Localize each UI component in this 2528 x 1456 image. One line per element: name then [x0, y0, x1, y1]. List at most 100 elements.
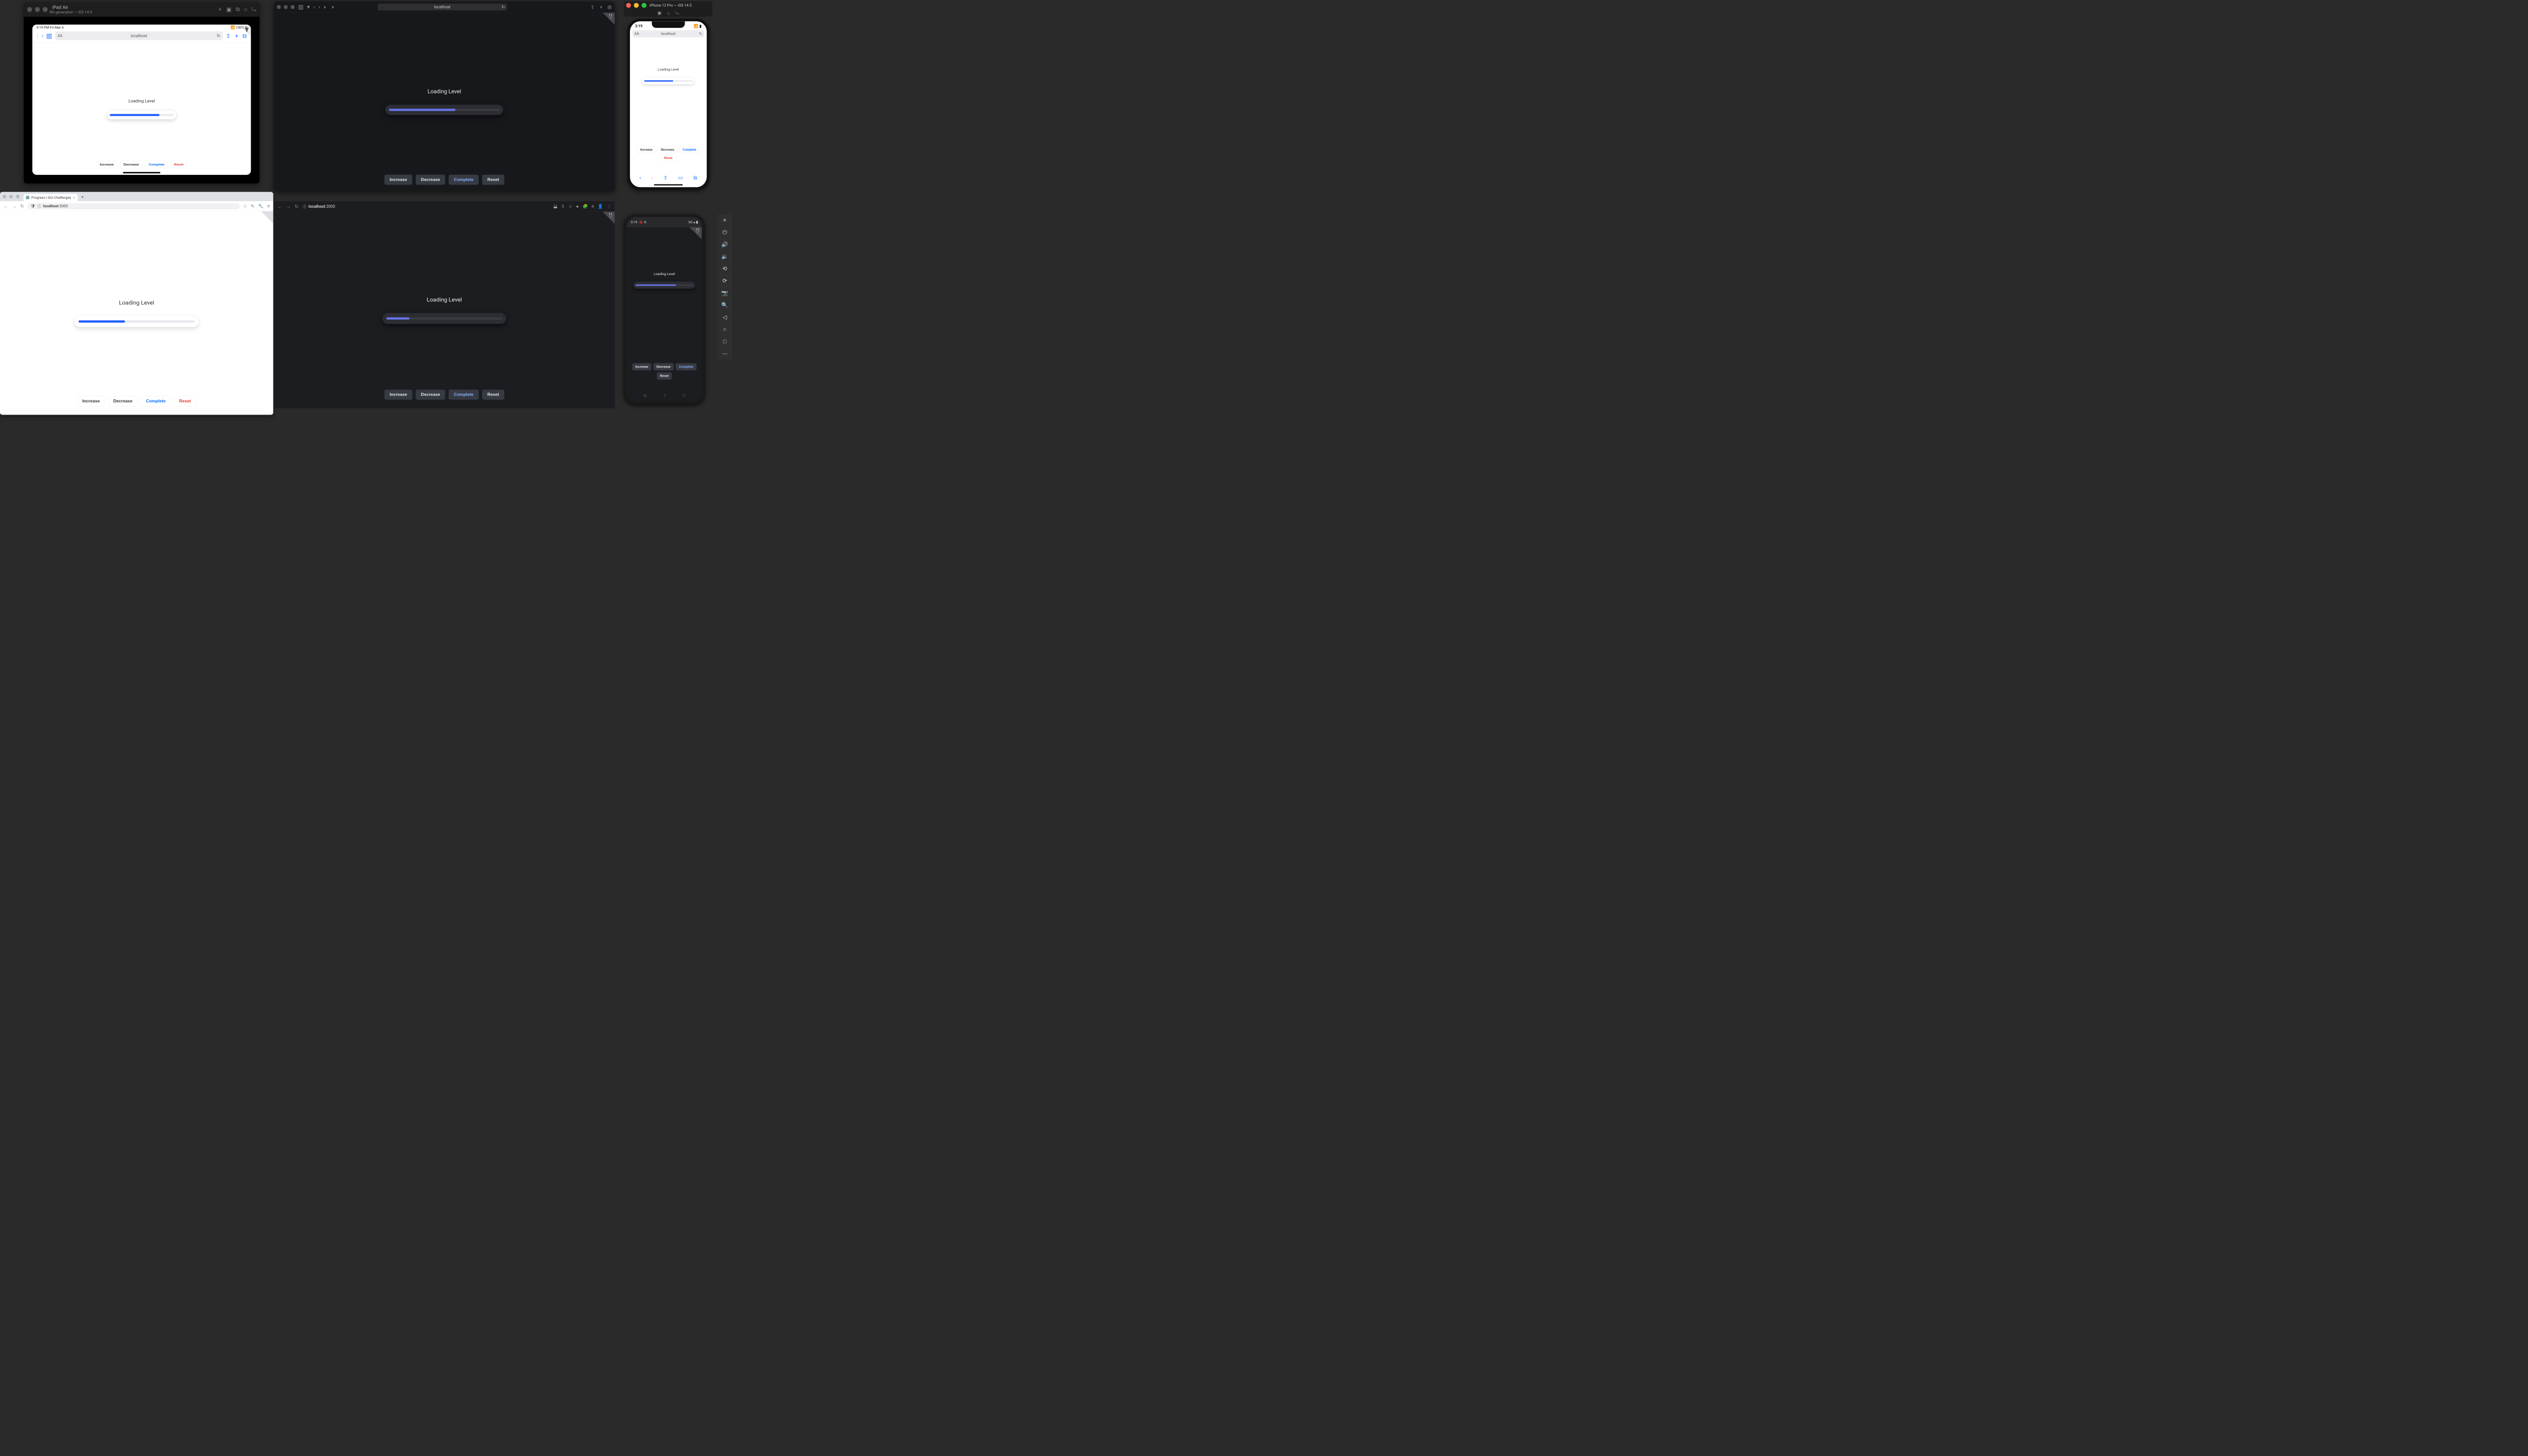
- record-icon[interactable]: ⧉: [236, 6, 240, 13]
- url-field[interactable]: ⓘ localhost:3000: [302, 203, 550, 210]
- back-icon[interactable]: ◁: [643, 393, 646, 397]
- share-icon[interactable]: ⇪: [663, 175, 668, 181]
- forward-icon[interactable]: →: [12, 203, 17, 209]
- tabs-icon[interactable]: ⧉: [694, 175, 697, 181]
- url-field[interactable]: 🛡 ⓘ localhost:3000: [28, 203, 240, 209]
- site-info-icon[interactable]: ⓘ: [37, 203, 41, 209]
- profile-icon[interactable]: 👤: [598, 204, 603, 209]
- increase-button[interactable]: Increase: [77, 396, 105, 406]
- ext1-icon[interactable]: ✎: [251, 204, 254, 209]
- home-icon[interactable]: ⌂: [667, 11, 670, 16]
- decrease-button[interactable]: Decrease: [120, 161, 143, 168]
- extensions-icon[interactable]: 🧩: [582, 204, 588, 209]
- increase-button[interactable]: Increase: [384, 390, 412, 400]
- forward-icon[interactable]: ›: [319, 4, 320, 10]
- dropdown-icon[interactable]: ▾: [307, 4, 310, 10]
- close-dot[interactable]: [626, 3, 631, 8]
- decrease-button[interactable]: Decrease: [416, 390, 445, 400]
- tab-active[interactable]: Progress | GUI Challenges ×: [24, 194, 78, 201]
- power-icon[interactable]: ⏻: [723, 229, 727, 236]
- traffic-lights[interactable]: [27, 7, 48, 12]
- increase-button[interactable]: Increase: [96, 161, 117, 168]
- back-icon[interactable]: ←: [278, 204, 283, 209]
- tabs-icon[interactable]: ⊞: [608, 4, 612, 10]
- screenshot-icon[interactable]: ▣: [657, 11, 661, 16]
- volume-down-icon[interactable]: 🔉: [721, 253, 728, 260]
- share-icon[interactable]: ⇪: [226, 32, 231, 39]
- reload-icon[interactable]: ↻: [217, 33, 220, 38]
- complete-button[interactable]: Complete: [448, 390, 478, 400]
- complete-button[interactable]: Complete: [145, 161, 168, 168]
- zoom-icon[interactable]: 🔍: [721, 302, 728, 308]
- close-icon[interactable]: ×: [723, 217, 726, 223]
- close-dot[interactable]: [3, 195, 6, 198]
- decrease-button[interactable]: Decrease: [657, 147, 678, 153]
- reset-button[interactable]: Reset: [482, 390, 505, 400]
- close-dot[interactable]: [27, 7, 32, 12]
- ext2-icon[interactable]: ≡: [592, 204, 594, 209]
- newtab-icon[interactable]: +: [600, 4, 603, 10]
- reader-icon[interactable]: AA: [635, 32, 639, 36]
- volume-up-icon[interactable]: 🔊: [721, 241, 728, 248]
- url-field[interactable]: localhost ↻: [378, 4, 507, 11]
- decrease-button[interactable]: Decrease: [653, 363, 673, 370]
- sidebar-icon[interactable]: ▥: [46, 32, 52, 39]
- ext1-icon[interactable]: ●: [576, 204, 578, 209]
- rotate-right-icon[interactable]: ⟳: [723, 278, 727, 284]
- reset-button[interactable]: Reset: [170, 161, 187, 168]
- close-dot[interactable]: [277, 5, 281, 9]
- share-icon[interactable]: ⇪: [591, 4, 595, 10]
- home-icon[interactable]: ⌂: [244, 6, 247, 13]
- back-icon[interactable]: ◁: [723, 314, 727, 321]
- complete-button[interactable]: Complete: [448, 175, 478, 185]
- minimize-dot[interactable]: [9, 195, 13, 198]
- zoom-dot[interactable]: [16, 195, 19, 198]
- url-field[interactable]: AA localhost ↻: [633, 30, 704, 37]
- screenshot-icon[interactable]: ▣: [226, 6, 231, 13]
- minimize-dot[interactable]: [634, 3, 639, 8]
- back-icon[interactable]: ‹: [640, 175, 641, 181]
- reset-button[interactable]: Reset: [174, 396, 196, 406]
- back-icon[interactable]: ‹: [313, 4, 315, 10]
- install-icon[interactable]: ⬓: [553, 204, 557, 209]
- rotate-icon[interactable]: ⤿: [252, 6, 256, 13]
- camera-icon[interactable]: 📷: [721, 290, 728, 296]
- complete-button[interactable]: Complete: [676, 363, 697, 370]
- recents-icon[interactable]: □: [683, 393, 686, 397]
- home-indicator[interactable]: [654, 184, 683, 186]
- reset-button[interactable]: Reset: [482, 175, 505, 185]
- home-icon[interactable]: ○: [663, 393, 666, 397]
- recents-icon[interactable]: □: [723, 338, 727, 345]
- more-icon[interactable]: ⋯: [722, 350, 728, 357]
- menu-icon[interactable]: ⋮: [607, 204, 611, 209]
- complete-button[interactable]: Complete: [680, 147, 700, 153]
- share-icon[interactable]: ⇪: [561, 204, 565, 209]
- menu-icon[interactable]: ≡: [267, 204, 270, 209]
- reload-icon[interactable]: ↻: [20, 203, 24, 209]
- shield-icon[interactable]: 🛡: [30, 204, 35, 208]
- star-icon[interactable]: ☆: [243, 204, 247, 209]
- forward-icon[interactable]: ›: [41, 32, 43, 39]
- ext2-icon[interactable]: 🔧: [258, 204, 264, 209]
- zoom-dot[interactable]: [642, 3, 647, 8]
- sidebar-icon[interactable]: ▥: [298, 4, 304, 10]
- reset-button[interactable]: Reset: [657, 373, 672, 380]
- increase-button[interactable]: Increase: [384, 175, 412, 185]
- reload-icon[interactable]: ↻: [295, 204, 299, 209]
- home-indicator[interactable]: [123, 172, 160, 173]
- site-info-icon[interactable]: ⓘ: [302, 204, 306, 209]
- url-field[interactable]: AA localhost ↻: [55, 31, 223, 40]
- forward-icon[interactable]: ›: [651, 175, 653, 181]
- increase-button[interactable]: Increase: [632, 363, 651, 370]
- reader-icon[interactable]: AA: [58, 34, 63, 38]
- complete-button[interactable]: Complete: [141, 396, 171, 406]
- shield-icon[interactable]: ◐: [324, 4, 327, 10]
- minimize-dot[interactable]: [284, 5, 288, 9]
- reload-icon[interactable]: ↻: [699, 32, 702, 36]
- minimize-dot[interactable]: [35, 7, 40, 12]
- theme-icon[interactable]: ◑: [331, 4, 334, 10]
- star-icon[interactable]: ☆: [568, 204, 572, 209]
- home-icon[interactable]: ○: [723, 326, 727, 333]
- reset-button[interactable]: Reset: [661, 155, 675, 161]
- power-icon[interactable]: ⚡︎: [218, 6, 222, 13]
